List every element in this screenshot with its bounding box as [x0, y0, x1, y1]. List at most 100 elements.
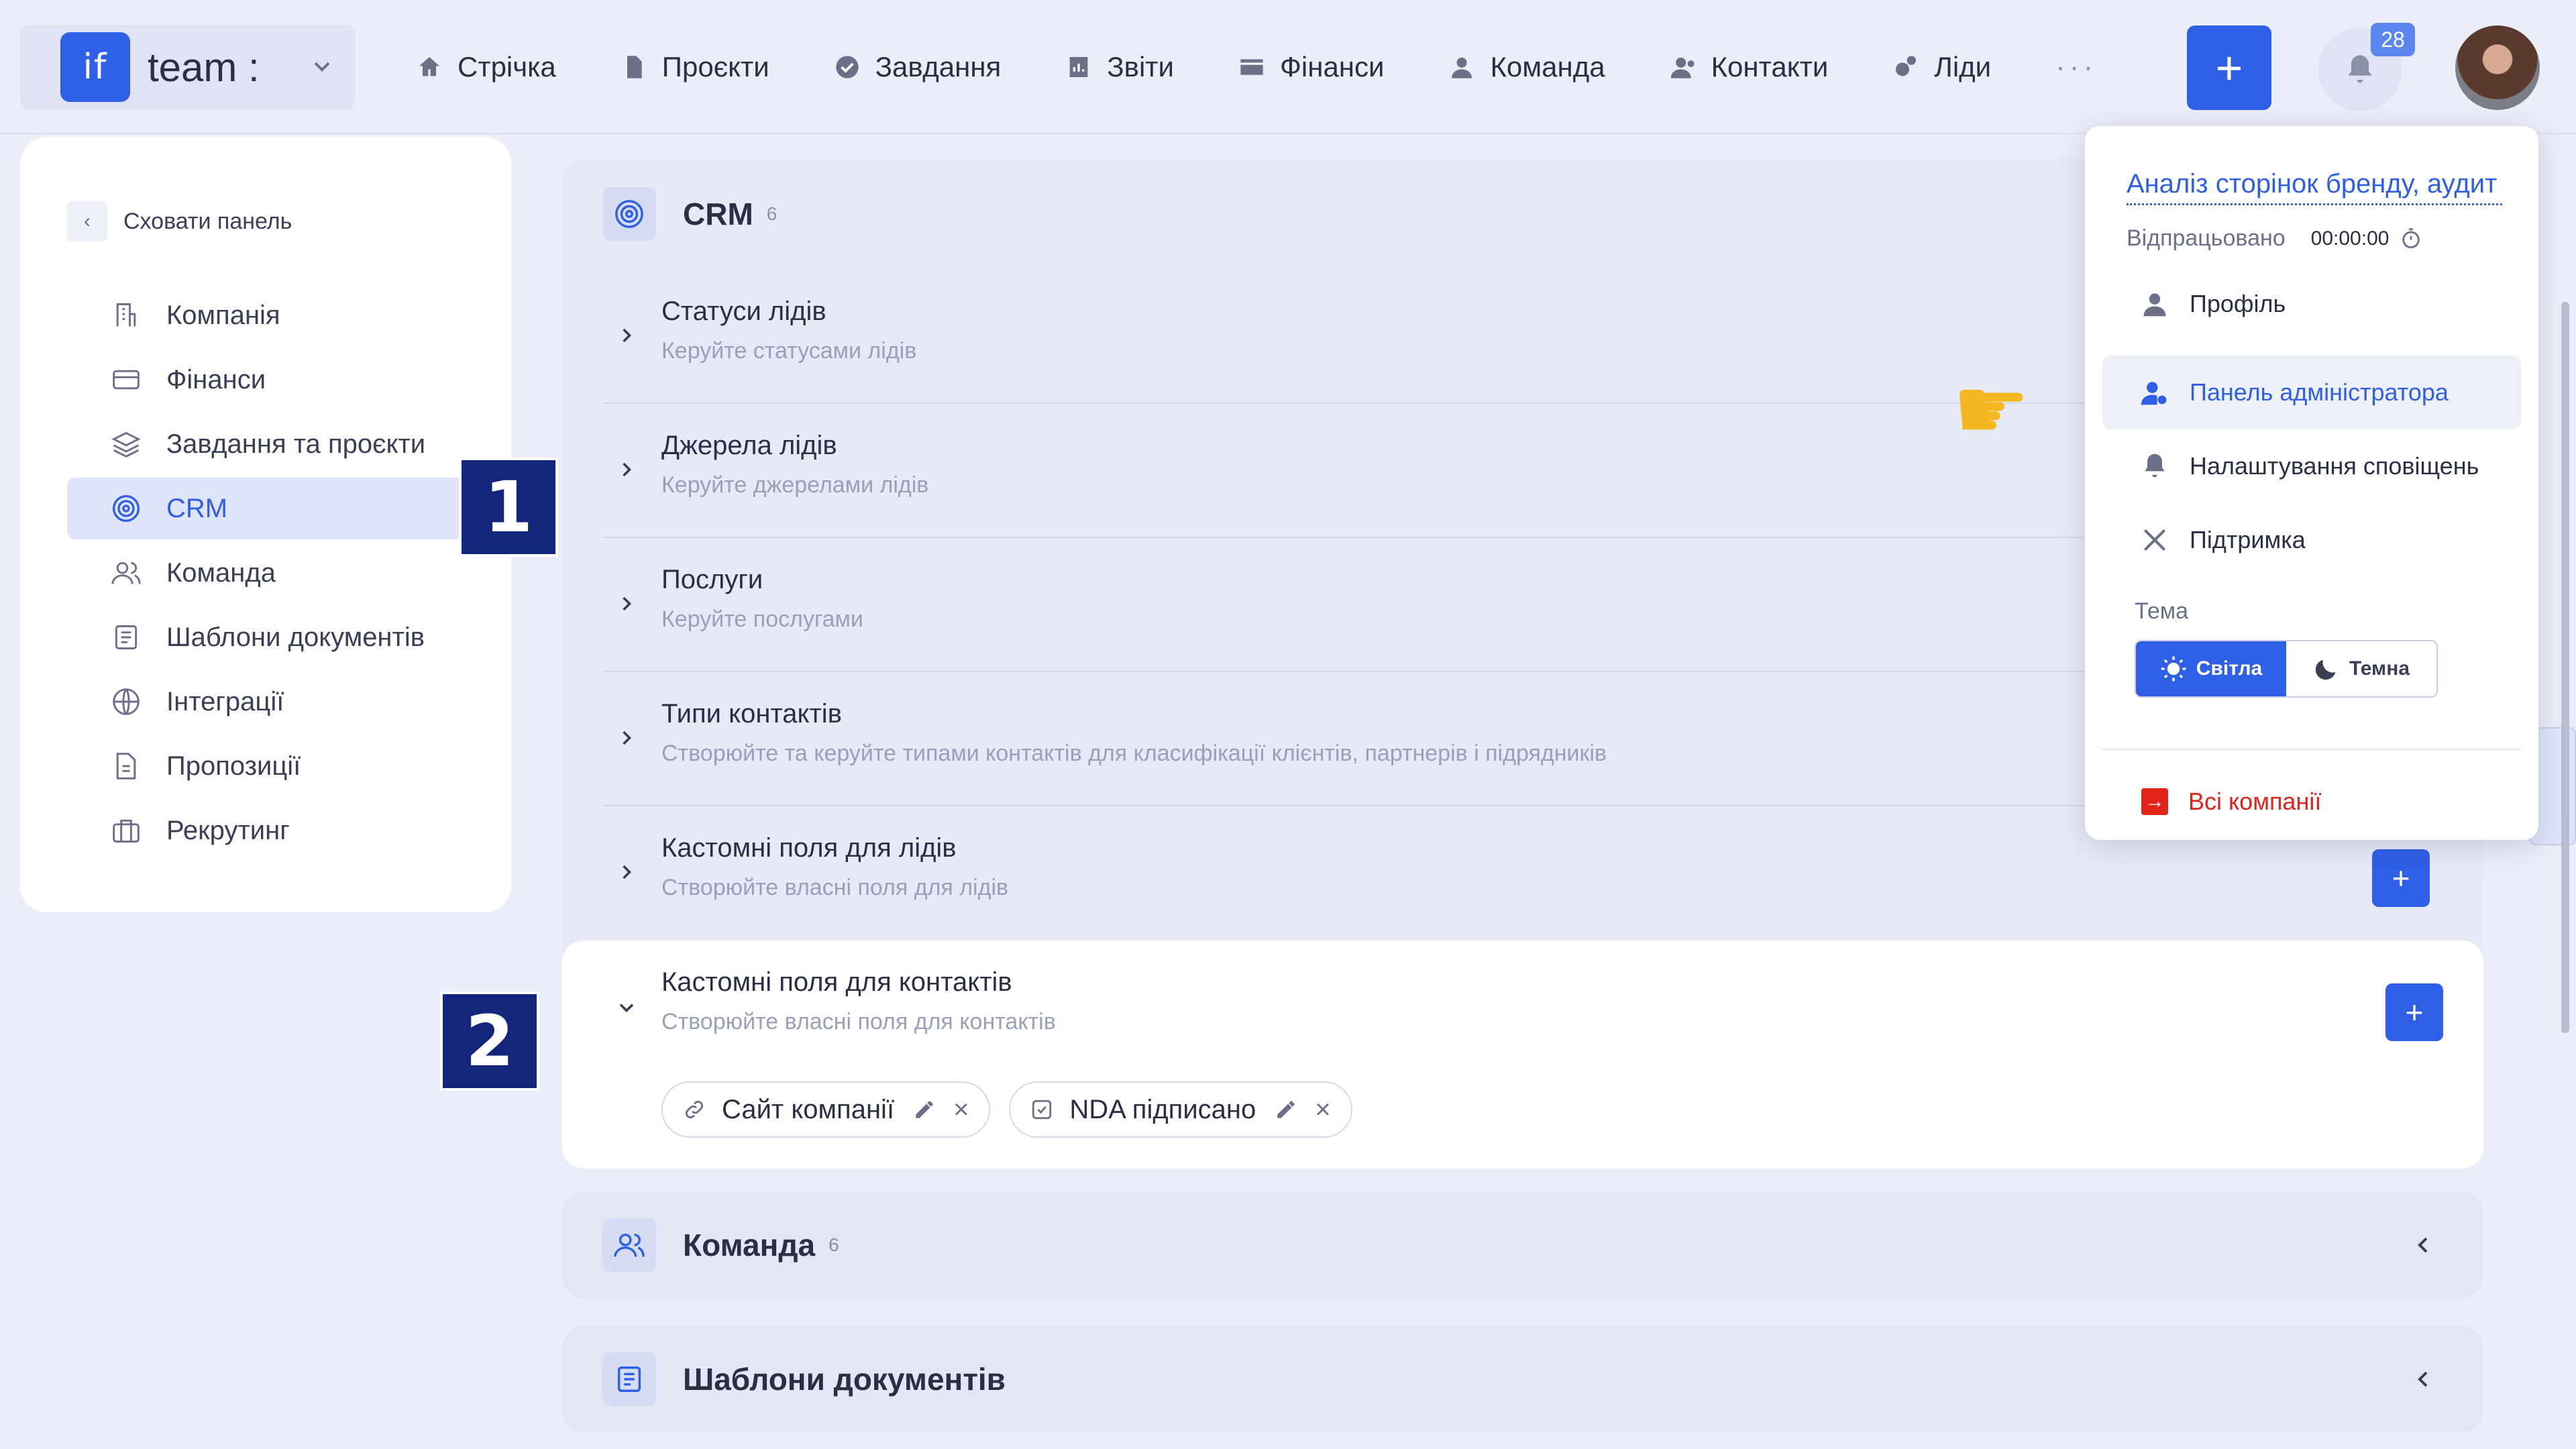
theme-label: Тема: [2135, 598, 2189, 624]
nav-finance[interactable]: Фінанси: [1238, 51, 1384, 83]
sidebar-item-tasks-projects[interactable]: Завдання та проєкти: [67, 413, 464, 475]
sidebar-item-label: Пропозиції: [166, 751, 301, 781]
chevron-left-icon: [2418, 1237, 2428, 1253]
templates-section-header[interactable]: Шаблони документів: [562, 1326, 2483, 1433]
contacts-icon: [1670, 57, 1695, 78]
document-icon: [627, 56, 642, 78]
scrollbar[interactable]: [2561, 302, 2569, 1033]
team-section-header[interactable]: Команда 6: [562, 1191, 2483, 1299]
chevron-right-icon: [623, 328, 632, 343]
close-icon[interactable]: ×: [1315, 1095, 1330, 1125]
top-bar: if team : Стрічка Проєкти Завдання Звіти…: [0, 0, 2576, 134]
custom-field-chips: Сайт компанії × NDA підписано ×: [661, 1081, 1371, 1138]
nav-label: Команда: [1490, 51, 1605, 83]
sun-icon: [2161, 656, 2186, 682]
target-icon: [602, 187, 656, 241]
nav-projects[interactable]: Проєкти: [621, 51, 769, 83]
chevron-down-icon: [619, 1004, 634, 1013]
sidebar-item-team[interactable]: Команда: [67, 542, 464, 604]
custom-field-chip[interactable]: NDA підписано ×: [1009, 1081, 1352, 1138]
profile-icon: [2143, 293, 2166, 317]
layers-icon: [111, 431, 141, 458]
nav-reports[interactable]: Звіти: [1065, 51, 1174, 83]
custom-field-chip[interactable]: Сайт компанії ×: [661, 1081, 991, 1138]
hide-panel-button[interactable]: ‹ Сховати панель: [67, 201, 292, 241]
nav-tasks[interactable]: Завдання: [834, 51, 1001, 83]
nav-label: Проєкти: [661, 51, 769, 83]
pencil-icon[interactable]: [1275, 1098, 1297, 1121]
row-subtitle: Створюйте власні поля для лідів: [661, 875, 1009, 900]
row-subtitle: Створюйте власні поля для контактів: [661, 1009, 1056, 1034]
row-subtitle: Створюйте та керуйте типами контактів дл…: [661, 741, 1607, 766]
home-icon: [419, 57, 439, 76]
team-section[interactable]: Команда 6: [562, 1191, 2483, 1299]
crm-row-contact-custom-fields[interactable]: Кастомні поля для контактів Створюйте вл…: [562, 941, 2483, 1169]
company-icon: [116, 303, 136, 327]
all-companies-label: Всі компанії: [2188, 788, 2322, 815]
row-title: Послуги: [661, 565, 763, 594]
add-contact-field-button[interactable]: +: [2385, 983, 2443, 1041]
sidebar-item-integrations[interactable]: Інтеграції: [67, 671, 464, 733]
theme-light-label: Світла: [2196, 657, 2263, 680]
row-title: Джерела лідів: [661, 431, 837, 460]
row-subtitle: Керуйте статусами лідів: [661, 338, 917, 364]
nav-team[interactable]: Команда: [1448, 51, 1605, 83]
close-icon[interactable]: ×: [953, 1095, 969, 1125]
step-marker-2: 2: [440, 991, 539, 1091]
menu-item-notification-settings[interactable]: Налаштування сповіщень: [2102, 429, 2521, 503]
sidebar-item-label: Фінанси: [166, 364, 266, 394]
sidebar-item-finance[interactable]: Фінанси: [67, 349, 464, 411]
nav-leads[interactable]: Ліди: [1892, 51, 1991, 83]
link-icon: [685, 1100, 704, 1119]
section-title: Шаблони документів: [683, 1362, 1006, 1397]
sidebar-item-label: Завдання та проєкти: [166, 429, 426, 459]
exit-icon: →: [2141, 788, 2168, 815]
theme-toggle: Світла Темна: [2135, 640, 2438, 698]
company-switcher[interactable]: if team :: [20, 25, 356, 109]
stopwatch-icon[interactable]: [2400, 227, 2422, 250]
step-marker-1: 1: [459, 458, 558, 557]
nav-label: Контакти: [1711, 51, 1829, 83]
sidebar-item-company[interactable]: Компанія: [67, 284, 464, 346]
sidebar-item-recruiting[interactable]: Рекрутинг: [67, 800, 464, 861]
row-subtitle: Керуйте джерелами лідів: [661, 472, 929, 498]
sidebar-item-proposals[interactable]: Пропозиції: [67, 735, 464, 797]
pencil-icon[interactable]: [913, 1098, 936, 1121]
menu-item-label: Профіль: [2190, 290, 2286, 317]
theme-dark-button[interactable]: Темна: [2286, 641, 2436, 696]
menu-item-admin-panel[interactable]: Панель адміністратора: [2102, 356, 2521, 429]
active-task-link[interactable]: Аналіз сторінок бренду, аудит: [2127, 169, 2502, 205]
menu-item-label: Панель адміністратора: [2190, 378, 2449, 406]
globe-icon: [113, 688, 140, 715]
chip-label: Сайт компанії: [722, 1094, 895, 1124]
row-title: Кастомні поля для лідів: [661, 833, 957, 863]
sidebar-item-templates[interactable]: Шаблони документів: [67, 606, 464, 668]
templates-section[interactable]: Шаблони документів: [562, 1326, 2483, 1433]
chevron-right-icon: [623, 462, 632, 477]
section-title: CRM: [683, 197, 753, 231]
global-add-button[interactable]: +: [2187, 25, 2271, 110]
sidebar-item-label: Компанія: [166, 300, 280, 330]
bell-icon: [2348, 55, 2372, 83]
sidebar-item-crm[interactable]: CRM: [67, 478, 464, 539]
nav-feed[interactable]: Стрічка: [416, 51, 556, 83]
nav-label: Ліди: [1934, 51, 1992, 83]
chevron-left-icon: [2418, 1371, 2428, 1387]
wallet-icon: [1240, 59, 1263, 75]
check-circle-icon: [836, 56, 859, 78]
bell-icon: [2145, 453, 2165, 478]
pointing-hand-icon: ☛: [1952, 358, 2031, 460]
menu-item-profile[interactable]: Профіль: [2102, 267, 2521, 341]
nav-more-button[interactable]: ···: [2055, 50, 2097, 84]
nav-label: Фінанси: [1279, 51, 1385, 83]
menu-item-support[interactable]: Підтримка: [2102, 503, 2521, 577]
add-lead-field-button[interactable]: +: [2372, 849, 2430, 907]
user-avatar[interactable]: [2455, 25, 2540, 110]
checkbox-icon: [1032, 1099, 1052, 1120]
chevron-left-icon: ‹: [67, 201, 107, 241]
all-companies-button[interactable]: → Всі компанії: [2141, 788, 2321, 816]
theme-light-button[interactable]: Світла: [2136, 641, 2286, 696]
nav-contacts[interactable]: Контакти: [1670, 51, 1829, 83]
hide-panel-label: Сховати панель: [123, 208, 292, 234]
chip-label: NDA підписано: [1069, 1094, 1256, 1124]
